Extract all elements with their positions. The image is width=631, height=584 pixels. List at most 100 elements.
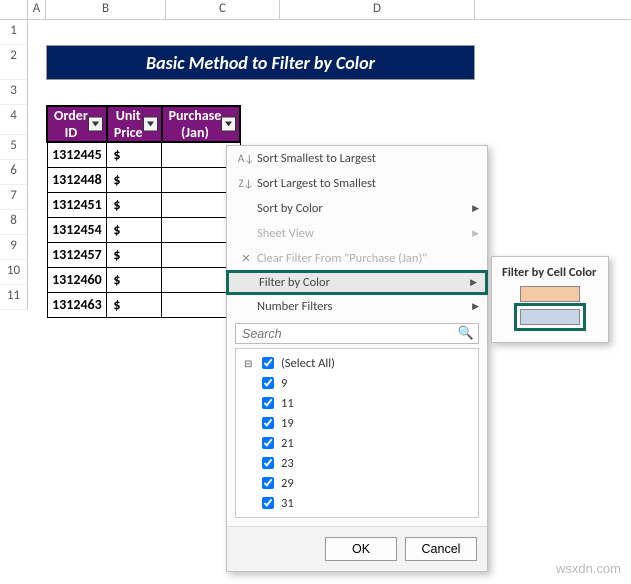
col-header-A[interactable]: A — [28, 0, 46, 19]
header-order-id[interactable]: Order ID — [47, 106, 107, 142]
cell-price[interactable]: $ — [107, 217, 162, 242]
page-title: Basic Method to Filter by Color — [46, 45, 475, 80]
filter-context-menu: A↓ Sort Smallest to Largest Z↓ Sort Larg… — [226, 145, 488, 572]
tree-item[interactable]: 21 — [242, 433, 472, 453]
cell-price[interactable]: $ — [107, 242, 162, 267]
cell-price[interactable]: $ — [107, 292, 162, 317]
filter-by-color-submenu: Filter by Cell Color — [491, 256, 609, 343]
table-row[interactable]: 1312445$ — [47, 142, 240, 167]
watermark: wsxdn.com — [556, 561, 621, 576]
tree-item[interactable]: 29 — [242, 473, 472, 493]
menu-label: Sheet View — [257, 226, 314, 241]
menu-label: Sort Largest to Smallest — [257, 176, 376, 191]
cell-order-id[interactable]: 1312454 — [47, 217, 107, 242]
tree-item[interactable]: 23 — [242, 453, 472, 473]
search-input[interactable] — [235, 323, 479, 344]
cell-price[interactable]: $ — [107, 167, 162, 192]
table-row[interactable]: 1312460$ — [47, 267, 240, 292]
menu-sort-by-color[interactable]: Sort by Color ▶ — [227, 196, 487, 221]
col-header-D[interactable]: D — [280, 0, 475, 19]
clear-filter-icon: ✕ — [235, 252, 257, 265]
menu-number-filters[interactable]: Number Filters ▶ — [227, 294, 487, 319]
cell-price[interactable]: $ — [107, 267, 162, 292]
table-row[interactable]: 1312463$ — [47, 292, 240, 317]
row-header-4[interactable]: 4 — [0, 105, 27, 135]
tree-label: 19 — [281, 416, 294, 431]
tree-item[interactable]: 31 — [242, 493, 472, 513]
menu-clear-filter: ✕ Clear Filter From "Purchase (Jan)" — [227, 246, 487, 271]
tree-item[interactable]: 9 — [242, 373, 472, 393]
row-header-11[interactable]: 11 — [0, 285, 27, 310]
cancel-button[interactable]: Cancel — [405, 537, 477, 561]
header-unit-price-label: Unit Price — [114, 107, 143, 141]
header-order-id-label: Order ID — [54, 107, 88, 141]
checkbox-select-all[interactable] — [262, 357, 274, 369]
row-header-7[interactable]: 7 — [0, 185, 27, 210]
checkbox[interactable] — [262, 377, 274, 389]
menu-filter-by-color[interactable]: Filter by Color ▶ — [226, 270, 488, 295]
checkbox[interactable] — [262, 437, 274, 449]
color-swatch-blue[interactable] — [520, 309, 580, 325]
row-header-8[interactable]: 8 — [0, 210, 27, 235]
chevron-right-icon: ▶ — [472, 228, 479, 239]
filter-values-tree[interactable]: ⊟ (Select All) 9 11 19 21 23 29 31 — [235, 348, 479, 518]
filter-dropdown-icon[interactable] — [143, 117, 158, 132]
collapse-icon[interactable]: ⊟ — [244, 357, 254, 370]
filter-dropdown-icon[interactable] — [88, 117, 103, 132]
data-table: Order ID Unit Price Purchase (Jan) — [46, 105, 241, 318]
filter-dropdown-icon[interactable] — [221, 117, 236, 132]
table-row[interactable]: 1312451$ — [47, 192, 240, 217]
checkbox[interactable] — [262, 497, 274, 509]
tree-label: 9 — [281, 376, 287, 391]
tree-label: 31 — [281, 496, 294, 511]
menu-label: Clear Filter From "Purchase (Jan)" — [257, 251, 427, 266]
tree-select-all[interactable]: ⊟ (Select All) — [242, 353, 472, 373]
row-header-10[interactable]: 10 — [0, 260, 27, 285]
col-header-C[interactable]: C — [166, 0, 280, 19]
checkbox[interactable] — [262, 397, 274, 409]
menu-label: Sort by Color — [257, 201, 323, 216]
cell-price[interactable]: $ — [107, 192, 162, 217]
cell-order-id[interactable]: 1312460 — [47, 267, 107, 292]
row-header-1[interactable]: 1 — [0, 20, 27, 45]
menu-sheet-view: Sheet View ▶ — [227, 221, 487, 246]
tree-item[interactable]: 19 — [242, 413, 472, 433]
checkbox[interactable] — [262, 477, 274, 489]
select-all-corner[interactable] — [0, 0, 28, 19]
search-row: 🔍 — [227, 319, 487, 348]
column-header-row: A B C D — [0, 0, 631, 20]
cell-price[interactable]: $ — [107, 142, 162, 167]
menu-sort-desc[interactable]: Z↓ Sort Largest to Smallest — [227, 171, 487, 196]
table-row[interactable]: 1312448$ — [47, 167, 240, 192]
cell-order-id[interactable]: 1312463 — [47, 292, 107, 317]
submenu-title: Filter by Cell Color — [500, 261, 600, 286]
row-header-2[interactable]: 2 — [0, 45, 27, 80]
header-purchase-jan[interactable]: Purchase (Jan) — [162, 106, 241, 142]
cell-order-id[interactable]: 1312445 — [47, 142, 107, 167]
row-header-9[interactable]: 9 — [0, 235, 27, 260]
header-unit-price[interactable]: Unit Price — [107, 106, 162, 142]
cell-order-id[interactable]: 1312451 — [47, 192, 107, 217]
color-swatch-orange[interactable] — [520, 286, 580, 302]
col-header-B[interactable]: B — [46, 0, 166, 19]
row-headers: 1 2 3 4 5 6 7 8 9 10 11 — [0, 20, 28, 310]
tree-item[interactable]: 11 — [242, 393, 472, 413]
table-row[interactable]: 1312457$ — [47, 242, 240, 267]
tree-label: (Select All) — [281, 356, 335, 371]
row-header-3[interactable]: 3 — [0, 80, 27, 105]
menu-label: Number Filters — [257, 299, 332, 314]
checkbox[interactable] — [262, 417, 274, 429]
chevron-right-icon: ▶ — [472, 203, 479, 214]
cell-order-id[interactable]: 1312448 — [47, 167, 107, 192]
tree-label: 11 — [281, 396, 294, 411]
row-header-5[interactable]: 5 — [0, 135, 27, 160]
tree-label: 29 — [281, 476, 294, 491]
table-row[interactable]: 1312454$ — [47, 217, 240, 242]
ok-button[interactable]: OK — [325, 537, 397, 561]
menu-sort-asc[interactable]: A↓ Sort Smallest to Largest — [227, 146, 487, 171]
tree-label: 23 — [281, 456, 294, 471]
cell-order-id[interactable]: 1312457 — [47, 242, 107, 267]
checkbox[interactable] — [262, 457, 274, 469]
sort-desc-icon: Z↓ — [235, 177, 257, 190]
row-header-6[interactable]: 6 — [0, 160, 27, 185]
